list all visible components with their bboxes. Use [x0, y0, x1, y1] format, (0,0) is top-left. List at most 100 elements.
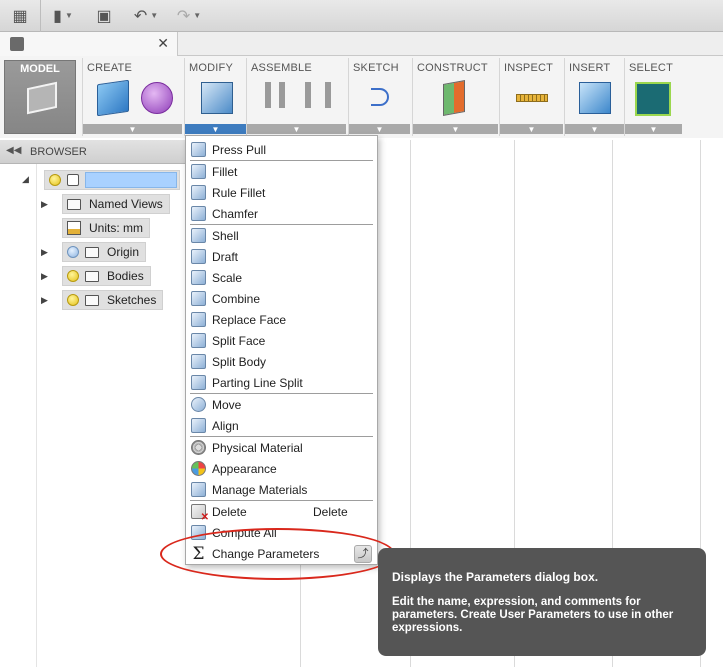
chevron-down-icon: ▼	[451, 125, 460, 134]
group-label: INSERT	[569, 62, 611, 74]
menu-item-shell[interactable]: Shell	[186, 225, 377, 246]
visibility-bulb-icon[interactable]	[49, 174, 61, 186]
visibility-bulb-icon[interactable]	[67, 294, 79, 306]
select-icon[interactable]	[635, 82, 671, 116]
inspect-dropdown-bar[interactable]: ▼	[500, 124, 563, 134]
app-grid-icon[interactable]: ▦	[0, 0, 40, 32]
menu-item-fillet[interactable]: Fillet	[186, 161, 377, 182]
toolbar-group-assemble[interactable]: ASSEMBLE ▼	[246, 58, 346, 136]
file-menu-button[interactable]: ▮ ▼	[41, 0, 85, 32]
chamfer-icon	[191, 206, 206, 221]
workspace-switcher-button[interactable]: MODEL	[4, 60, 76, 134]
document-tab[interactable]: ✕	[0, 32, 178, 56]
group-label: CREATE	[87, 62, 133, 74]
toolbar-group-construct[interactable]: CONSTRUCT ▼	[412, 58, 498, 136]
redo-button[interactable]: ↷ ▼	[169, 0, 209, 32]
create-dropdown-bar[interactable]: ▼	[83, 124, 182, 134]
file-icon: ▮	[53, 7, 62, 25]
visibility-bulb-icon[interactable]	[67, 246, 79, 258]
construct-dropdown-bar[interactable]: ▼	[413, 124, 498, 134]
sketch-icon[interactable]	[371, 88, 389, 106]
menu-item-split-body[interactable]: Split Body	[186, 351, 377, 372]
insert-dropdown-bar[interactable]: ▼	[565, 124, 624, 134]
expand-root-arrow[interactable]: ◢	[22, 174, 29, 185]
press-pull-icon[interactable]	[201, 82, 233, 114]
menu-item-align[interactable]: Align	[186, 415, 377, 436]
visibility-bulb-icon[interactable]	[67, 270, 79, 282]
expand-arrow[interactable]: ▶	[41, 199, 48, 210]
tree-item-bodies[interactable]: Bodies	[62, 266, 151, 286]
expand-arrow[interactable]: ▶	[41, 247, 48, 258]
tree-item-label: Bodies	[107, 269, 144, 283]
box-icon[interactable]	[97, 79, 129, 117]
insert-image-icon[interactable]	[579, 82, 611, 114]
save-button[interactable]: ▣	[85, 0, 123, 32]
toolbar-group-inspect[interactable]: INSPECT ▼	[499, 58, 563, 136]
tree-item-label: Origin	[107, 245, 140, 259]
tree-root-item[interactable]	[44, 170, 180, 190]
menu-item-physical-material[interactable]: Physical Material	[186, 437, 377, 458]
undo-icon: ↶	[133, 7, 148, 25]
chevron-down-icon: ▼	[590, 125, 599, 134]
expand-arrow[interactable]: ▶	[41, 295, 48, 306]
quick-access-bar: ▦ ▮ ▼ ▣ ↶ ▼ ↷ ▼	[0, 0, 723, 32]
toolbar-group-create[interactable]: CREATE ▼	[82, 58, 182, 136]
tree-item-origin[interactable]: Origin	[62, 242, 147, 262]
collapse-panel-icon[interactable]: ◀◀	[6, 145, 21, 156]
chevron-down-icon: ▼	[64, 11, 73, 20]
menu-item-rule-fillet[interactable]: Rule Fillet	[186, 182, 377, 203]
menu-item-press-pull[interactable]: Press Pull	[186, 139, 377, 160]
tree-item-sketches[interactable]: Sketches	[62, 290, 164, 310]
menu-item-manage-materials[interactable]: Manage Materials	[186, 479, 377, 500]
sphere-icon[interactable]	[141, 82, 173, 114]
replace-face-icon	[191, 312, 206, 327]
tree-item-named-views[interactable]: Named Views	[62, 194, 170, 214]
close-icon[interactable]: ✕	[157, 35, 169, 52]
toolbar-group-select[interactable]: SELECT ▼	[624, 58, 682, 136]
fillet-icon	[191, 164, 206, 179]
undo-button[interactable]: ↶ ▼	[123, 0, 169, 32]
toolbar-group-sketch[interactable]: SKETCH ▼	[348, 58, 410, 136]
chevron-down-icon: ▼	[375, 125, 384, 134]
draft-icon	[191, 249, 206, 264]
measure-icon[interactable]	[516, 94, 548, 102]
design-cube-icon	[10, 37, 24, 51]
sketch-dropdown-bar[interactable]: ▼	[349, 124, 410, 134]
appearance-icon	[191, 461, 206, 476]
toolbar-group-insert[interactable]: INSERT ▼	[564, 58, 624, 136]
delete-icon	[191, 504, 209, 523]
chevron-down-icon: ▼	[128, 125, 137, 134]
menu-item-parting-line-split[interactable]: Parting Line Split	[186, 372, 377, 393]
toolbar-group-modify[interactable]: MODIFY ▼	[184, 58, 246, 136]
construct-plane-icon[interactable]	[443, 80, 465, 116]
as-built-joint-icon[interactable]	[305, 82, 331, 108]
menu-item-draft[interactable]: Draft	[186, 246, 377, 267]
menu-item-chamfer[interactable]: Chamfer	[186, 203, 377, 224]
browser-panel-header[interactable]: ◀◀ BROWSER	[0, 140, 186, 164]
menu-item-scale[interactable]: Scale	[186, 267, 377, 288]
split-body-icon	[191, 354, 206, 369]
group-label: MODIFY	[189, 62, 233, 74]
tree-item-units[interactable]: Units: mm	[62, 218, 150, 238]
component-name-input[interactable]	[85, 172, 177, 188]
select-dropdown-bar[interactable]: ▼	[625, 124, 682, 134]
grid-line	[36, 140, 37, 667]
chevron-down-icon: ▼	[527, 125, 536, 134]
menu-item-delete[interactable]: DeleteDelete	[186, 501, 377, 523]
redo-icon: ↷	[176, 7, 191, 25]
expand-arrow[interactable]: ▶	[41, 271, 48, 282]
units-icon	[67, 221, 81, 235]
tooltip-detail: Edit the name, expression, and comments …	[392, 596, 674, 634]
menu-item-move[interactable]: Move	[186, 394, 377, 415]
joint-icon[interactable]	[265, 82, 285, 108]
menu-item-split-face[interactable]: Split Face	[186, 330, 377, 351]
group-label: ASSEMBLE	[251, 62, 312, 74]
tree-item-label: Units: mm	[89, 221, 143, 235]
workspace-label: MODEL	[20, 63, 60, 75]
menu-item-appearance[interactable]: Appearance	[186, 458, 377, 479]
group-label: SKETCH	[353, 62, 399, 74]
assemble-dropdown-bar[interactable]: ▼	[247, 124, 346, 134]
menu-item-replace-face[interactable]: Replace Face	[186, 309, 377, 330]
modify-dropdown-bar[interactable]: ▼	[185, 124, 246, 134]
menu-item-combine[interactable]: Combine	[186, 288, 377, 309]
